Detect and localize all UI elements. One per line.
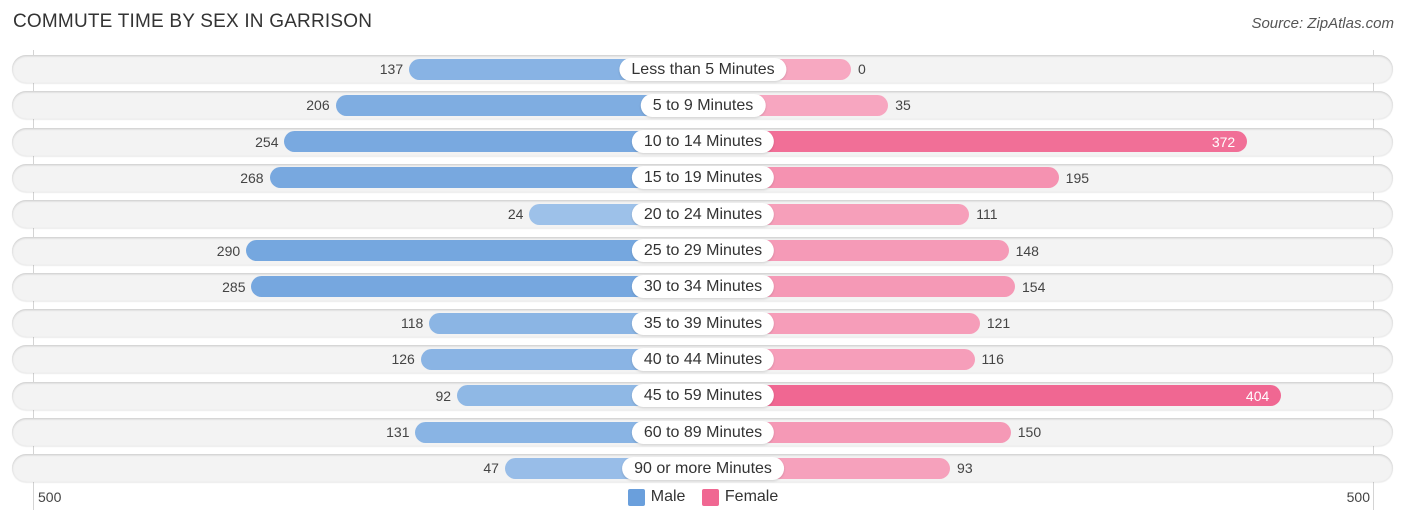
- legend: Male Female: [0, 488, 1406, 511]
- chart-row: 92 404 45 to 59 Minutes: [12, 381, 1393, 410]
- category-label: 60 to 89 Minutes: [631, 420, 775, 444]
- value-label-female: 93: [957, 460, 973, 477]
- value-label-male: 206: [306, 97, 330, 114]
- value-label-female: 121: [986, 315, 1011, 332]
- value-label-female: 195: [1065, 169, 1090, 186]
- category-label: 5 to 9 Minutes: [640, 93, 766, 117]
- value-label-male: 118: [401, 315, 424, 332]
- category-label: 25 to 29 Minutes: [631, 239, 775, 262]
- legend-swatch-female: [701, 488, 719, 506]
- chart-row: 285 154 30 to 34 Minutes: [12, 272, 1393, 301]
- legend-label-male: Male: [650, 488, 686, 505]
- legend-item-male[interactable]: Male: [627, 488, 686, 506]
- value-label-female: 116: [981, 351, 1004, 368]
- value-label-male: 290: [216, 242, 241, 259]
- source-credit: Source: ZipAtlas.com: [1251, 15, 1394, 32]
- value-label-male: 92: [435, 387, 452, 404]
- value-label-male: 254: [255, 133, 279, 150]
- chart-row: 206 35 5 to 9 Minutes: [12, 91, 1393, 120]
- value-label-male: 285: [222, 278, 246, 295]
- value-label-female: 150: [1017, 424, 1042, 440]
- chart-row: 24 111 20 to 24 Minutes: [12, 200, 1393, 229]
- chart-row: 131 150 60 to 89 Minutes: [12, 418, 1393, 446]
- value-label-male: 137: [379, 61, 404, 77]
- chart-row: 254 372 10 to 14 Minutes: [12, 127, 1393, 156]
- value-label-female: 154: [1022, 278, 1046, 295]
- category-label: Less than 5 Minutes: [619, 57, 787, 81]
- value-label-female: 372: [1211, 133, 1236, 150]
- chart-row: 137 0 Less than 5 Minutes: [12, 55, 1393, 83]
- chart-row: 118 121 35 to 39 Minutes: [12, 309, 1393, 338]
- category-label: 15 to 19 Minutes: [631, 166, 775, 190]
- legend-item-female[interactable]: Female: [701, 488, 779, 506]
- value-label-male: 126: [391, 351, 415, 368]
- chart-row: 290 148 25 to 29 Minutes: [12, 236, 1393, 265]
- chart-row: 126 116 40 to 44 Minutes: [12, 345, 1393, 374]
- value-label-female: 35: [895, 97, 911, 114]
- chart-row: 47 93 90 or more Minutes: [12, 454, 1393, 483]
- bar-female[interactable]: [703, 131, 1248, 153]
- legend-label-female: Female: [724, 488, 779, 505]
- value-label-female: 148: [1015, 242, 1039, 259]
- value-label-male: 131: [386, 424, 410, 440]
- bar-female[interactable]: [703, 385, 1282, 407]
- chart-title: COMMUTE TIME BY SEX IN GARRISON: [13, 11, 373, 32]
- value-label-male: 268: [240, 169, 264, 186]
- value-label-male: 47: [483, 460, 499, 477]
- value-label-female: 111: [976, 206, 998, 223]
- value-label-female: 0: [858, 61, 866, 77]
- category-label: 35 to 39 Minutes: [631, 311, 775, 335]
- value-label-female: 404: [1245, 387, 1270, 404]
- legend-swatch-male: [627, 488, 645, 506]
- category-label: 10 to 14 Minutes: [631, 130, 775, 154]
- category-label: 45 to 59 Minutes: [631, 384, 775, 408]
- category-label: 20 to 24 Minutes: [631, 202, 775, 226]
- value-label-male: 24: [507, 206, 524, 223]
- category-label: 30 to 34 Minutes: [631, 275, 775, 299]
- category-label: 90 or more Minutes: [622, 456, 784, 480]
- category-label: 40 to 44 Minutes: [631, 347, 775, 371]
- chart-row: 268 195 15 to 19 Minutes: [12, 163, 1393, 192]
